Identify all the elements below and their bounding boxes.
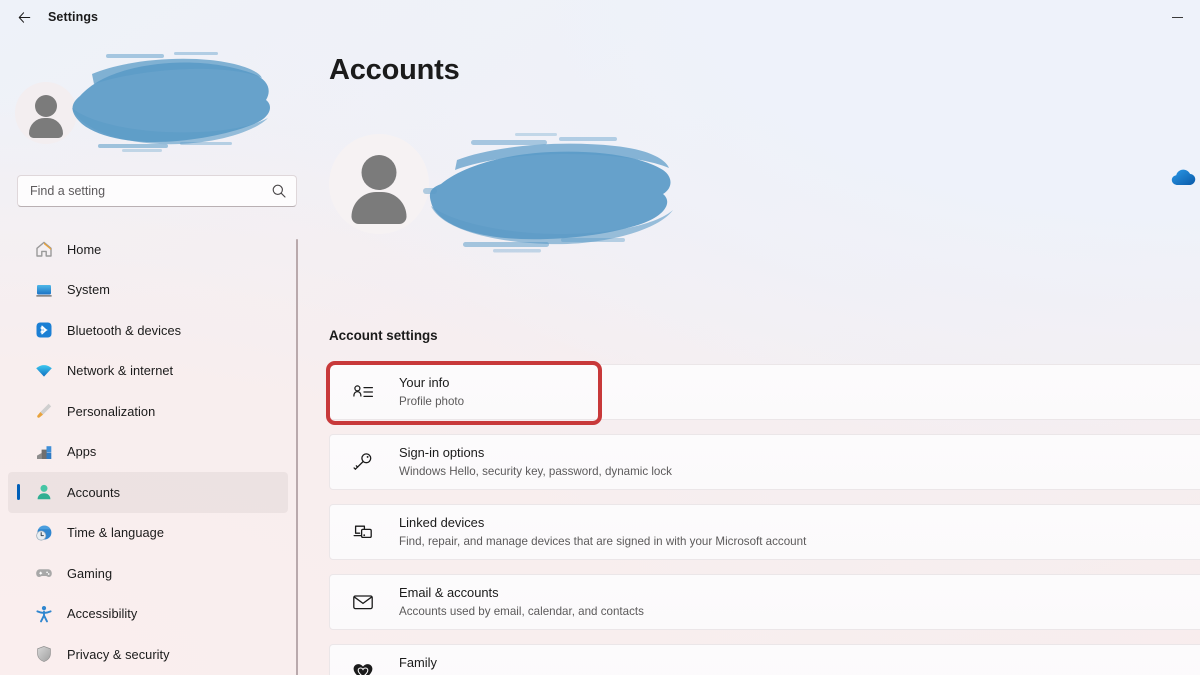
sidebar-item-label: Apps — [67, 444, 97, 460]
sidebar-item-time-language[interactable]: Time & language — [8, 513, 288, 554]
sidebar-nav: Home System Bluetooth & devices Network … — [0, 229, 299, 675]
gamepad-icon — [35, 564, 53, 582]
settings-card-title: Email & accounts — [399, 585, 499, 601]
minimize-icon — [1171, 16, 1183, 18]
account-hero: One Sig — [329, 133, 1196, 253]
avatar[interactable] — [15, 82, 77, 144]
settings-card-title: Family — [399, 655, 437, 671]
settings-card-linked-devices[interactable]: Linked devices Find, repair, and manage … — [329, 504, 1200, 560]
settings-card-title: Linked devices — [399, 515, 485, 531]
avatar-head — [361, 155, 397, 190]
search-input[interactable]: Find a setting — [17, 175, 297, 207]
search-icon — [272, 184, 286, 198]
minimize-button[interactable] — [1154, 0, 1200, 34]
sidebar-item-label: Privacy & security — [67, 646, 170, 662]
accessibility-icon — [35, 605, 53, 623]
bluetooth-icon — [35, 321, 53, 339]
sidebar-item-system[interactable]: System — [8, 270, 288, 311]
sidebar-item-accounts[interactable]: Accounts — [8, 472, 288, 513]
sidebar-item-label: Network & internet — [67, 363, 174, 379]
wifi-icon — [35, 362, 53, 380]
clock-globe-icon — [35, 524, 53, 542]
main-content: Accounts Account settings Your info Prof… — [299, 34, 1200, 675]
paintbrush-icon — [35, 402, 53, 420]
settings-card-text: Sign-in options Windows Hello, security … — [399, 444, 672, 479]
settings-card-email-accounts[interactable]: Email & accounts Accounts used by email,… — [329, 574, 1200, 630]
back-arrow-icon — [18, 11, 30, 23]
onedrive-status[interactable]: One Sig — [1169, 159, 1200, 193]
settings-card-text: Your info Profile photo — [399, 374, 464, 409]
sidebar-item-label: Bluetooth & devices — [67, 322, 182, 338]
redaction-stroke-main — [419, 132, 679, 257]
sidebar-item-label: Gaming — [67, 565, 113, 581]
profile-avatar[interactable] — [329, 134, 429, 234]
settings-card-subtitle: Profile photo — [399, 394, 465, 408]
redaction-stroke-sidebar — [62, 48, 277, 158]
avatar-body — [29, 118, 63, 138]
sidebar-item-personalization[interactable]: Personalization — [8, 391, 288, 432]
settings-card-subtitle: Accounts used by email, calendar, and co… — [399, 604, 644, 618]
settings-card-text: Email & accounts Accounts used by email,… — [399, 584, 644, 619]
sidebar-item-home[interactable]: Home — [8, 229, 288, 270]
settings-card-subtitle: Windows Hello, security key, password, d… — [399, 464, 672, 478]
sidebar: Find a setting Home System Bluetooth & d… — [0, 34, 299, 675]
sidebar-item-gaming[interactable]: Gaming — [8, 553, 288, 594]
sidebar-scrollbar[interactable] — [296, 239, 298, 675]
sidebar-item-label: Accounts — [67, 484, 121, 500]
title-bar: Settings — [0, 0, 1200, 34]
sidebar-item-label: Time & language — [67, 525, 165, 541]
section-header: Account settings — [329, 328, 438, 343]
sidebar-item-label: Personalization — [67, 403, 156, 419]
sidebar-item-bluetooth[interactable]: Bluetooth & devices — [8, 310, 288, 351]
settings-card-list: Your info Profile photo Sign-in options — [326, 361, 1200, 675]
key-icon — [351, 450, 375, 474]
sidebar-item-network[interactable]: Network & internet — [8, 351, 288, 392]
apps-icon — [35, 443, 53, 461]
sidebar-item-label: Accessibility — [67, 606, 138, 622]
window-title: Settings — [48, 10, 99, 24]
heart-icon — [351, 660, 375, 675]
avatar-body — [351, 192, 407, 224]
avatar-head — [35, 95, 57, 117]
onedrive-cloud-icon — [1171, 169, 1196, 186]
monitor-icon — [35, 281, 53, 299]
shield-icon — [35, 645, 53, 663]
settings-card-title: Your info — [399, 375, 450, 391]
settings-card-title: Sign-in options — [399, 445, 485, 461]
window-controls — [1154, 0, 1200, 34]
sidebar-item-label: Home — [67, 241, 102, 257]
linked-devices-icon — [351, 520, 375, 544]
settings-card-sign-in-options[interactable]: Sign-in options Windows Hello, security … — [329, 434, 1200, 490]
settings-card-text: Linked devices Find, repair, and manage … — [399, 514, 806, 549]
home-icon — [35, 240, 53, 258]
envelope-icon — [351, 590, 375, 614]
settings-card-family[interactable]: Family Manage your family group, edit ac… — [329, 644, 1200, 675]
sidebar-item-privacy-security[interactable]: Privacy & security — [8, 634, 288, 675]
settings-card-subtitle: Find, repair, and manage devices that ar… — [399, 534, 807, 548]
settings-card-your-info[interactable]: Your info Profile photo — [326, 361, 1200, 425]
back-button[interactable] — [7, 2, 41, 32]
page-title: Accounts — [329, 54, 460, 86]
settings-card-text: Family Manage your family group, edit ac… — [399, 654, 757, 675]
person-icon — [35, 483, 53, 501]
sidebar-item-label: System — [67, 282, 110, 298]
settings-window: Settings Find a setting Home System Blue… — [0, 0, 1200, 675]
sidebar-item-accessibility[interactable]: Accessibility — [8, 594, 288, 635]
sidebar-profile — [0, 34, 299, 152]
search-placeholder: Find a setting — [30, 184, 106, 198]
contact-card-icon — [351, 380, 375, 404]
sidebar-item-apps[interactable]: Apps — [8, 432, 288, 473]
